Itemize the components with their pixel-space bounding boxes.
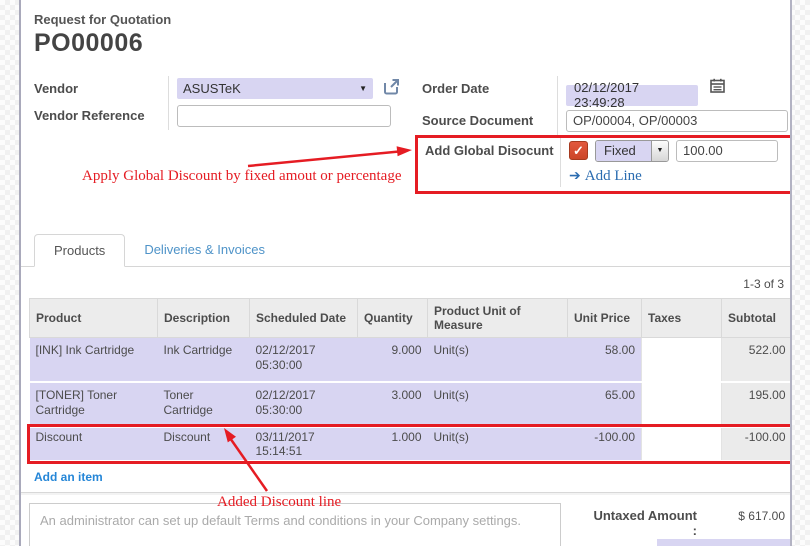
- vendor-value: ASUSTeK: [183, 81, 241, 96]
- untaxed-amount-row: Untaxed Amount : $ 617.00: [593, 508, 785, 538]
- global-discount-row: Add Global Disocunt ✓ Fixed ▼: [418, 138, 792, 165]
- order-date-input[interactable]: 02/12/2017 23:49:28: [566, 85, 698, 106]
- col-unit-price: Unit Price: [568, 298, 642, 337]
- table-header-row: Product Description Scheduled Date Quant…: [30, 298, 792, 337]
- table-row-ink[interactable]: [INK] Ink Cartridge Ink Cartridge 02/12/…: [30, 337, 792, 382]
- annotation-global-discount: Apply Global Discount by fixed amout or …: [82, 168, 402, 185]
- order-lines-table: Product Description Scheduled Date Quant…: [29, 298, 792, 463]
- table-row-discount[interactable]: Discount Discount 03/11/2017 15:14:51 1.…: [30, 427, 792, 461]
- vendor-row: Vendor ASUSTeK ▼: [34, 76, 409, 103]
- terms-note-text: An administrator can set up default Term…: [40, 513, 521, 528]
- select-arrow-icon: ▼: [651, 141, 668, 161]
- add-line-row: ➔ Add Line: [418, 165, 792, 187]
- add-item-link[interactable]: Add an item: [34, 470, 103, 484]
- form-sheet: Request for Quotation PO00006 Vendor ASU…: [19, 0, 792, 546]
- source-document-row: Source Document: [415, 108, 790, 135]
- untaxed-amount-label: Untaxed Amount :: [593, 508, 697, 538]
- add-line-label: Add Line: [585, 168, 642, 184]
- col-description: Description: [158, 298, 250, 337]
- source-document-label: Source Document: [415, 108, 557, 128]
- annotation-discount-line: Added Discount line: [217, 494, 341, 511]
- tab-products[interactable]: Products: [34, 234, 125, 267]
- vendor-reference-input[interactable]: [177, 105, 391, 127]
- page-title: PO00006: [34, 29, 790, 58]
- order-date-row: Order Date 02/12/2017 23:49:28: [415, 76, 790, 108]
- highlighted-field-strip: [657, 539, 792, 546]
- col-product: Product: [30, 298, 158, 337]
- col-subtotal: Subtotal: [722, 298, 792, 337]
- external-link-icon[interactable]: [383, 78, 400, 100]
- checkmark-icon: ✓: [573, 143, 584, 158]
- calendar-icon[interactable]: [710, 78, 725, 98]
- chevron-down-icon: ▼: [359, 84, 367, 93]
- vendor-reference-row: Vendor Reference: [34, 103, 409, 130]
- col-quantity: Quantity: [358, 298, 428, 337]
- source-document-input[interactable]: [566, 110, 788, 132]
- global-discount-label: Add Global Disocunt: [418, 138, 560, 158]
- discount-type-select[interactable]: Fixed ▼: [595, 140, 669, 162]
- discount-type-value: Fixed: [596, 141, 651, 161]
- vendor-select[interactable]: ASUSTeK ▼: [177, 78, 373, 99]
- tab-bar: Products Deliveries & Invoices: [21, 234, 790, 267]
- section-divider: [21, 492, 790, 495]
- order-date-label: Order Date: [415, 76, 557, 96]
- global-discount-annotation-box: Add Global Disocunt ✓ Fixed ▼: [415, 135, 792, 194]
- add-line-arrow-icon: ➔: [569, 169, 581, 184]
- global-discount-checkbox[interactable]: ✓: [569, 141, 588, 160]
- vendor-reference-label: Vendor Reference: [34, 103, 168, 123]
- discount-amount-input[interactable]: [676, 140, 778, 162]
- vendor-label: Vendor: [34, 76, 168, 96]
- document-type-label: Request for Quotation: [34, 12, 790, 27]
- add-line-link[interactable]: ➔ Add Line: [569, 168, 642, 184]
- order-date-value: 02/12/2017 23:49:28: [574, 80, 690, 110]
- col-scheduled-date: Scheduled Date: [250, 298, 358, 337]
- tab-deliveries-invoices[interactable]: Deliveries & Invoices: [125, 234, 284, 267]
- table-row-toner[interactable]: [TONER] Toner Cartridge Toner Cartridge …: [30, 382, 792, 427]
- right-field-group: Order Date 02/12/2017 23:49:28 Source Do…: [415, 76, 790, 194]
- col-taxes: Taxes: [642, 298, 722, 337]
- col-uom: Product Unit of Measure: [428, 298, 568, 337]
- untaxed-amount-value: $ 617.00: [697, 509, 785, 523]
- pager: 1-3 of 3: [21, 277, 784, 291]
